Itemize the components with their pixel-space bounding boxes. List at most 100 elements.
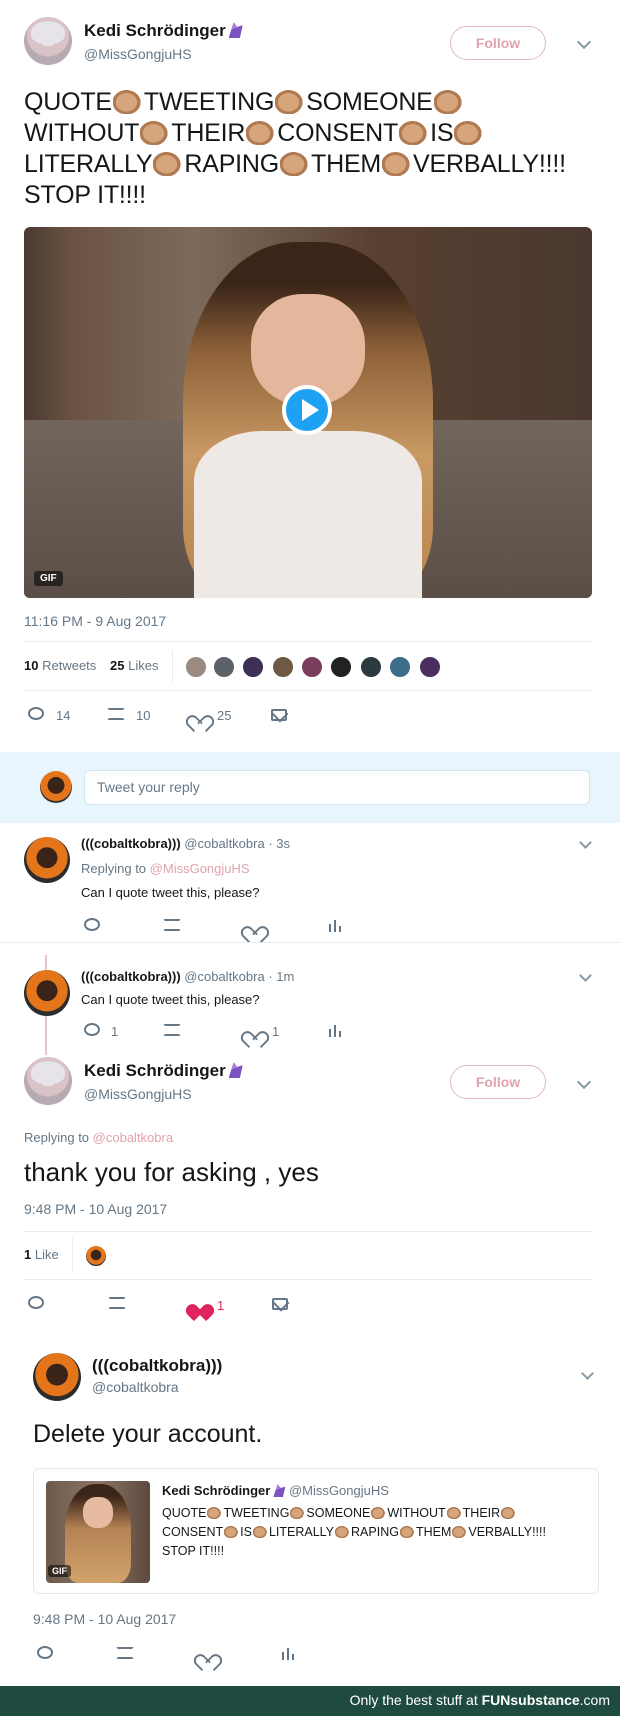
liker-avatar[interactable]	[185, 656, 207, 678]
word: VERBALLY!!!!	[413, 150, 566, 178]
author-handle[interactable]: @MissGongjuHS	[84, 46, 192, 62]
author-handle[interactable]: @MissGongjuHS	[84, 1086, 192, 1102]
liker-avatar[interactable]	[360, 656, 382, 678]
author-handle[interactable]: @cobaltkobra	[92, 1379, 179, 1395]
footer-text: Only the best stuff at FUNsubstance.com	[350, 1692, 610, 1708]
word: THEIR	[171, 119, 246, 147]
author-name[interactable]: (((cobaltkobra)))	[81, 836, 181, 851]
replying-prefix: Replying to	[81, 861, 147, 876]
timestamp[interactable]: 9:48 PM - 10 Aug 2017	[33, 1611, 176, 1627]
reply-input[interactable]: Tweet your reply	[84, 770, 590, 805]
stats-icon[interactable]	[327, 1023, 343, 1037]
replying-to-link[interactable]: @cobaltkobra	[93, 1130, 173, 1145]
replying-to-link[interactable]: @MissGongjuHS	[150, 861, 250, 876]
heart-icon[interactable]	[190, 708, 206, 722]
author-handle[interactable]: @cobaltkobra	[184, 969, 264, 984]
reply-time[interactable]: · 3s	[268, 836, 290, 851]
word: IS	[430, 119, 454, 147]
author-name[interactable]: Kedi Schrödinger	[84, 21, 226, 40]
mail-icon[interactable]	[272, 1298, 288, 1310]
likes-count: 1	[24, 1247, 32, 1262]
liker-avatar[interactable]	[301, 656, 323, 678]
avatar[interactable]	[24, 1057, 72, 1105]
clap-emoji	[246, 119, 277, 145]
retweet-icon[interactable]	[107, 708, 125, 720]
reply-icon[interactable]	[28, 707, 44, 720]
heart-icon[interactable]	[190, 1297, 206, 1311]
avatar[interactable]	[24, 17, 72, 65]
author-name[interactable]: (((cobaltkobra)))	[92, 1356, 222, 1376]
clap-emoji	[433, 88, 464, 114]
media-clothing	[194, 431, 422, 598]
likes-stat[interactable]: 25 Likes	[110, 658, 158, 673]
reply-icon[interactable]	[28, 1296, 44, 1309]
tweet-text: Delete your account.	[33, 1420, 263, 1448]
avatar[interactable]	[24, 970, 70, 1016]
quoted-media: GIF	[46, 1481, 150, 1583]
stats-separator	[72, 1238, 73, 1272]
liker-avatar[interactable]	[389, 656, 411, 678]
unicorn-emoji	[273, 1484, 286, 1497]
author-name[interactable]: Kedi Schrödinger	[84, 1061, 226, 1080]
heart-icon[interactable]	[245, 1024, 261, 1038]
mail-icon[interactable]	[271, 709, 287, 721]
chevron-down-icon[interactable]	[579, 969, 592, 982]
footer-suffix: .com	[579, 1692, 610, 1708]
clap-emoji	[382, 150, 413, 176]
liker-avatar[interactable]	[242, 656, 264, 678]
word: VERBALLY!!!!	[468, 1525, 546, 1539]
retweet-count: 10	[136, 708, 151, 723]
chevron-down-icon[interactable]	[576, 34, 592, 50]
quoted-tweet[interactable]: GIF Kedi Schrödinger @MissGongjuHS QUOTE…	[33, 1468, 599, 1594]
retweet-icon[interactable]	[108, 1297, 126, 1309]
avatar[interactable]	[33, 1353, 81, 1401]
reply-icon[interactable]	[37, 1646, 53, 1659]
footer-prefix: Only the best stuff at	[349, 1692, 478, 1708]
word: IS	[240, 1525, 252, 1539]
chevron-down-icon[interactable]	[576, 1074, 592, 1090]
liker-avatar[interactable]	[330, 656, 352, 678]
reply-icon[interactable]	[84, 1023, 100, 1036]
retweet-icon[interactable]	[116, 1647, 134, 1659]
chevron-down-icon[interactable]	[579, 836, 592, 849]
media-face	[83, 1497, 113, 1528]
gif-media[interactable]: GIF	[24, 227, 592, 598]
timestamp[interactable]: 9:48 PM - 10 Aug 2017	[24, 1201, 167, 1217]
stats-icon[interactable]	[280, 1646, 296, 1660]
clap-emoji	[207, 1506, 223, 1519]
author-handle[interactable]: @cobaltkobra	[184, 836, 264, 851]
word: SOMEONE	[306, 1506, 371, 1520]
timestamp[interactable]: 11:16 PM - 9 Aug 2017	[24, 613, 166, 629]
retweets-stat[interactable]: 10 Retweets	[24, 658, 96, 673]
avatar[interactable]	[24, 837, 70, 883]
clap-emoji	[153, 150, 184, 176]
unicorn-emoji	[228, 1062, 243, 1078]
footer-brand: FUNsubstance	[481, 1692, 580, 1708]
likes-stat[interactable]: 1 Like	[24, 1247, 59, 1262]
liker-avatar[interactable]	[272, 656, 294, 678]
liker-avatar[interactable]	[213, 656, 235, 678]
play-icon[interactable]	[282, 385, 332, 435]
heart-icon[interactable]	[198, 1647, 214, 1661]
chevron-down-icon[interactable]	[581, 1367, 594, 1380]
author-name[interactable]: (((cobaltkobra)))	[81, 969, 181, 984]
retweet-icon[interactable]	[163, 1024, 181, 1036]
divider	[24, 690, 592, 691]
reply-time[interactable]: · 1m	[268, 969, 294, 984]
word: CONSENT	[162, 1525, 224, 1539]
follow-button[interactable]: Follow	[450, 26, 546, 60]
clap-emoji	[140, 119, 171, 145]
stats-icon[interactable]	[327, 918, 343, 932]
heart-icon[interactable]	[245, 919, 261, 933]
clap-emoji	[501, 1506, 517, 1519]
liker-avatar[interactable]	[419, 656, 441, 678]
word: STOP IT!!!!	[162, 1544, 225, 1558]
follow-button[interactable]: Follow	[450, 1065, 546, 1099]
liker-avatar[interactable]	[85, 1245, 107, 1267]
word: WITHOUT	[387, 1506, 446, 1520]
word: TWEETING	[223, 1506, 290, 1520]
retweet-icon[interactable]	[163, 919, 181, 931]
reply-icon[interactable]	[84, 918, 100, 931]
like-count: 1	[272, 1024, 280, 1039]
reply-count: 1	[111, 1024, 119, 1039]
